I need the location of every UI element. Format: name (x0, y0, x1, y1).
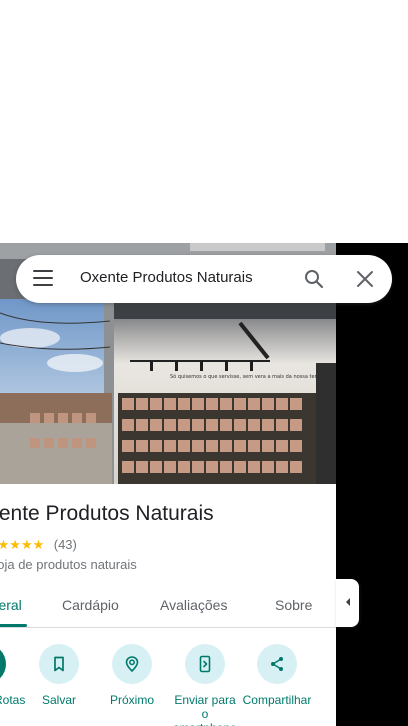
share-button[interactable]: Compartilhar (242, 644, 312, 707)
place-category[interactable]: Loja de produtos naturais (0, 557, 137, 572)
close-icon[interactable] (353, 267, 377, 291)
search-input[interactable]: Oxente Produtos Naturais (80, 269, 253, 286)
tab-overview[interactable]: Visão geral (0, 597, 22, 613)
star-rating-icon: ★★★★★ (0, 537, 45, 552)
chevron-left-icon (344, 594, 352, 612)
place-title: Oxente Produtos Naturais (0, 502, 214, 525)
active-tab-indicator (0, 624, 27, 627)
send-to-phone-button[interactable]: Enviar para o smartphone (170, 644, 240, 726)
share-label[interactable]: Compartilhar (242, 693, 312, 707)
place-details-panel: Oxente Produtos Naturais ★★★★★ (43) Loja… (0, 484, 336, 726)
save-button[interactable]: Salvar (24, 644, 94, 707)
nearby-button[interactable]: Próximo (97, 644, 167, 707)
menu-icon[interactable] (33, 270, 53, 288)
place-tabs: Visão geral Cardápio Avaliações Sobre (0, 584, 336, 628)
send-to-phone-label[interactable]: Enviar para o smartphone (170, 693, 240, 726)
map-canvas-blackout (336, 243, 408, 726)
tab-menu[interactable]: Cardápio (62, 597, 119, 613)
bookmark-icon[interactable] (39, 644, 79, 684)
tab-reviews[interactable]: Avaliações (160, 597, 227, 613)
collapse-panel-button[interactable] (336, 579, 359, 627)
save-label[interactable]: Salvar (24, 693, 94, 707)
action-directions-label[interactable]: Rotas (0, 693, 25, 707)
share-icon[interactable] (257, 644, 297, 684)
tab-about[interactable]: Sobre (275, 597, 312, 613)
action-buttons: Rotas Salvar Próximo (0, 644, 336, 726)
nearby-label[interactable]: Próximo (97, 693, 167, 707)
search-icon[interactable] (302, 267, 326, 291)
rating-row[interactable]: ★★★★★ (43) (0, 536, 77, 552)
rating-count[interactable]: (43) (54, 537, 77, 552)
directions-icon[interactable] (0, 644, 6, 684)
search-bar[interactable]: Oxente Produtos Naturais (16, 255, 392, 303)
send-to-phone-icon[interactable] (185, 644, 225, 684)
wall-text: Só quisemos o que servisse, sem vera a m… (170, 373, 324, 380)
nearby-icon[interactable] (112, 644, 152, 684)
